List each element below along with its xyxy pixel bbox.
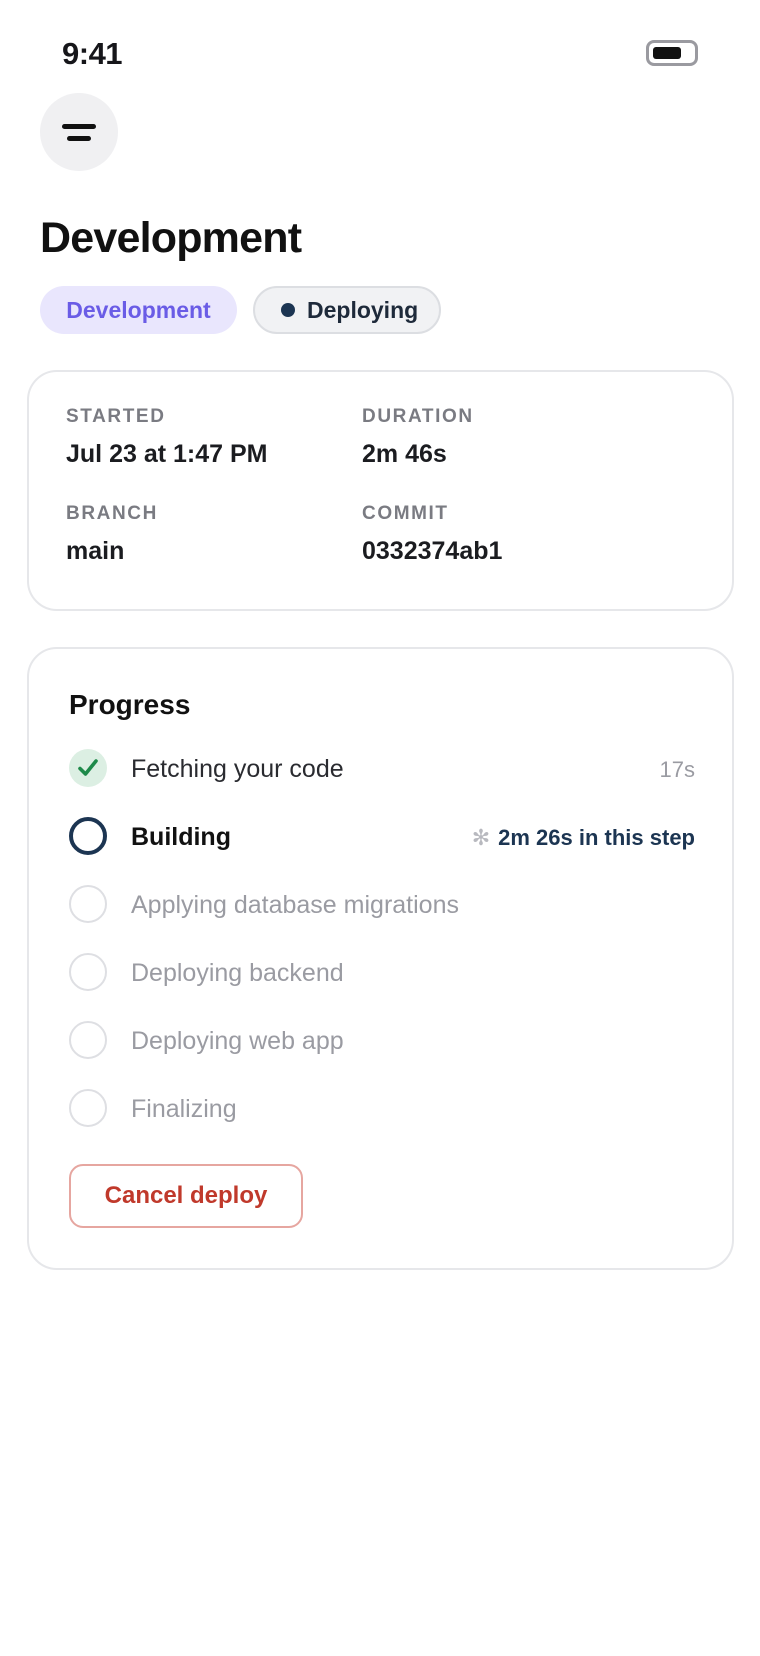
info-label: STARTED [66,406,166,427]
status-badge-label: Deploying [307,296,419,323]
info-label: DURATION [362,406,474,427]
info-label: COMMIT [362,503,449,524]
menu-icon [62,124,96,129]
status-badge: Deploying [253,286,441,334]
step-db-migrations: Applying database migrations [69,885,695,925]
status-dot-icon [281,303,295,317]
step-elapsed: ✻ 2m 26s in this step [472,825,695,851]
pending-step-circle-icon [69,1021,107,1059]
active-step-ring-icon [69,817,107,855]
checkmark-icon [69,749,107,787]
info-value: Jul 23 at 1:47 PM [66,440,268,468]
step-deploy-web-app: Deploying web app [69,1021,695,1061]
step-label: Finalizing [131,1095,237,1123]
info-duration: DURATION 2m 46s [362,406,474,469]
step-duration: 17s [659,757,695,782]
info-value: 0332374ab1 [362,537,503,565]
step-label: Building [131,823,231,851]
cancel-deploy-button[interactable]: Cancel deploy [69,1164,303,1228]
status-bar: 9:41 [0,0,760,100]
step-deploy-backend: Deploying backend [69,953,695,993]
menu-button[interactable] [40,93,118,171]
step-fetching-code: Fetching your code 17s [69,749,695,789]
info-commit: COMMIT 0332374ab1 [362,503,502,566]
battery-level [653,47,681,59]
spinner-icon: ✻ [471,825,491,850]
info-branch: BRANCH main [66,503,158,566]
pending-step-circle-icon [69,885,107,923]
page-title: Development [40,214,302,262]
step-finalizing: Finalizing [69,1089,695,1129]
deploy-info-card: STARTED Jul 23 at 1:47 PM DURATION 2m 46… [27,370,734,611]
step-label: Deploying backend [131,959,344,987]
info-label: BRANCH [66,503,158,524]
progress-title: Progress [69,689,191,720]
step-label: Fetching your code [131,755,344,783]
menu-icon-line [67,136,91,141]
environment-badge: Development [40,286,237,334]
progress-card: Progress Fetching your code 17s Building… [27,647,734,1270]
battery-icon [646,40,698,66]
pending-step-circle-icon [69,1089,107,1127]
step-elapsed-text: 2m 26s in this step [498,825,695,850]
info-value: main [66,537,125,565]
step-building: Building ✻ 2m 26s in this step [69,817,695,857]
status-time: 9:41 [62,36,123,71]
step-label: Applying database migrations [131,891,459,919]
pending-step-circle-icon [69,953,107,991]
info-value: 2m 46s [362,440,447,468]
step-label: Deploying web app [131,1027,344,1055]
info-started: STARTED Jul 23 at 1:47 PM [66,406,267,469]
